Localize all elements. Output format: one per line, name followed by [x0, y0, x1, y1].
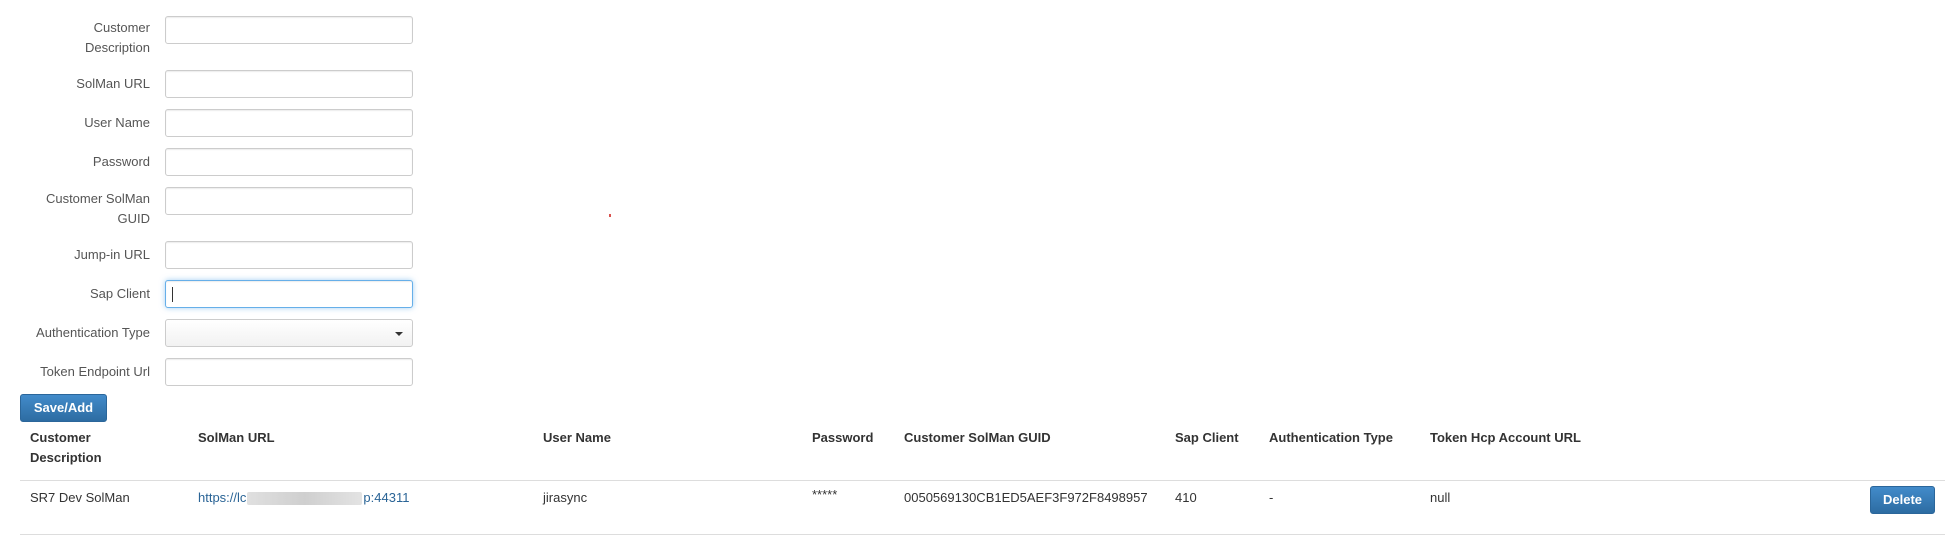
solman-url-label: SolMan URL [76, 76, 150, 91]
token-endpoint-url-label: Token Endpoint Url [40, 364, 150, 379]
cell-sap-client: 410 [1175, 490, 1197, 505]
header-solman-url: SolMan URL [198, 430, 275, 445]
cell-token-url: null [1430, 490, 1451, 505]
cell-user-name: jirasync [543, 490, 588, 505]
field-user-name: User Name [0, 109, 413, 139]
header-authentication-type: Authentication Type [1269, 430, 1393, 445]
text-cursor [172, 287, 173, 302]
cell-guid: 0050569130CB1ED5AEF3F972F8498957 [904, 490, 1148, 505]
sap-client-label: Sap Client [90, 286, 150, 301]
header-customer-solman-guid: Customer SolMan GUID [904, 430, 1051, 445]
field-customer-solman-guid: Customer SolMan GUID [0, 187, 413, 231]
field-customer-description: Customer Description [0, 16, 413, 60]
redacted-region [247, 492, 363, 506]
customer-solman-guid-label: Customer SolMan GUID [45, 191, 150, 226]
cell-customer-description: SR7 Dev SolMan [30, 490, 130, 505]
chevron-down-icon [395, 332, 403, 336]
field-token-endpoint-url: Token Endpoint Url [0, 358, 413, 388]
stray-mark [609, 214, 611, 217]
solman-url-suffix: p:44311 [363, 490, 410, 505]
cell-authentication-type: - [1269, 490, 1274, 505]
field-jump-in-url: Jump-in URL [0, 241, 413, 271]
field-sap-client: Sap Client [0, 280, 413, 310]
token-endpoint-url-input[interactable] [165, 358, 413, 386]
user-name-label: User Name [84, 115, 150, 130]
password-label: Password [92, 154, 150, 169]
header-sap-client: Sap Client [1175, 430, 1239, 445]
solman-url-input[interactable] [165, 70, 413, 98]
customer-description-label: Customer Description [84, 20, 150, 55]
header-password: Password [812, 430, 874, 445]
password-input[interactable] [165, 148, 413, 176]
authentication-type-select[interactable] [165, 319, 413, 347]
jump-in-url-input[interactable] [165, 241, 413, 269]
jump-in-url-label: Jump-in URL [74, 247, 150, 262]
field-solman-url: SolMan URL [0, 70, 413, 100]
cell-solman-url-link[interactable]: https://lc p:44311 [198, 488, 409, 508]
customer-solman-guid-input[interactable] [165, 187, 413, 215]
authentication-type-label: Authentication Type [36, 325, 150, 340]
solman-url-prefix: https://lc [198, 490, 247, 505]
field-authentication-type: Authentication Type [0, 319, 413, 349]
field-password: Password [0, 148, 413, 178]
user-name-input[interactable] [165, 109, 413, 137]
delete-button[interactable]: Delete [1870, 486, 1935, 514]
header-token-hcp-account-url: Token Hcp Account URL [1430, 430, 1581, 445]
header-divider [20, 480, 1945, 481]
customer-description-input[interactable] [165, 16, 413, 44]
save-add-button[interactable]: Save/Add [20, 394, 107, 422]
row-divider [20, 534, 1945, 535]
header-user-name: User Name [543, 430, 611, 445]
cell-password: ***** [812, 487, 838, 502]
sap-client-input[interactable] [165, 280, 413, 308]
header-customer-description: Customer Description [30, 430, 102, 465]
